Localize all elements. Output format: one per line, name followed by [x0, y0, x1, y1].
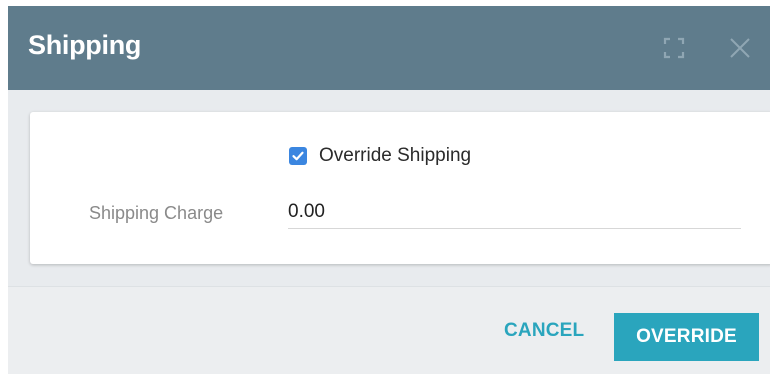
shipping-dialog: Shipping Override Shipping Shipping Char…: [8, 6, 770, 374]
expand-icon: [663, 37, 685, 59]
shipping-charge-label: Shipping Charge: [89, 203, 224, 223]
dialog-body: Override Shipping Shipping Charge: [8, 90, 770, 286]
shipping-charge-input[interactable]: [288, 196, 741, 229]
override-shipping-row[interactable]: Override Shipping: [289, 145, 471, 167]
dialog-header: Shipping: [8, 6, 770, 90]
cancel-button[interactable]: CANCEL: [504, 320, 584, 342]
form-card: Override Shipping Shipping Charge: [30, 112, 770, 264]
close-button[interactable]: [724, 32, 756, 64]
dialog-footer: CANCEL OVERRIDE: [8, 286, 770, 374]
close-icon: [730, 38, 750, 58]
dialog-title: Shipping: [28, 30, 142, 60]
expand-button[interactable]: [658, 32, 690, 64]
override-shipping-label: Override Shipping: [319, 145, 472, 166]
checkmark-icon: [292, 151, 304, 161]
override-shipping-checkbox[interactable]: [289, 147, 307, 165]
override-button[interactable]: OVERRIDE: [614, 313, 759, 361]
